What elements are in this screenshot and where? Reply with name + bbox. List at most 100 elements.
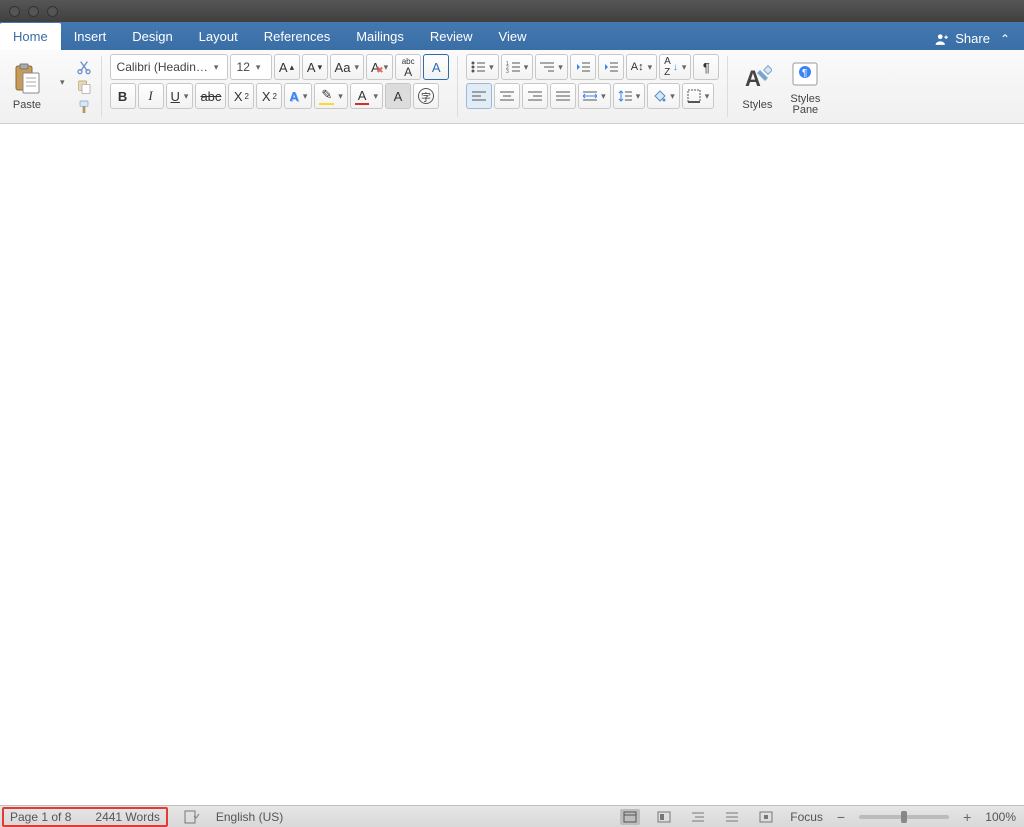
copy-icon[interactable] (75, 79, 93, 95)
line-spacing-icon (618, 90, 632, 102)
status-bar: Page 1 of 8 2441 Words English (US) Focu… (0, 805, 1024, 827)
spellcheck-icon[interactable] (182, 809, 202, 825)
distributed-icon (583, 90, 597, 102)
word-count[interactable]: 2441 Words (95, 810, 159, 824)
decrease-indent-button[interactable] (570, 54, 596, 80)
collapse-ribbon-icon[interactable]: ⌃ (996, 32, 1014, 46)
svg-text:3: 3 (506, 69, 509, 73)
font-color-button[interactable]: A (350, 83, 383, 109)
paint-bucket-icon (652, 89, 666, 103)
tab-review[interactable]: Review (417, 23, 486, 50)
tab-design[interactable]: Design (119, 23, 185, 50)
show-paragraph-marks-button[interactable]: ¶ (693, 54, 719, 80)
align-right-icon (528, 90, 542, 102)
tab-insert[interactable]: Insert (61, 23, 120, 50)
styles-label: Styles (742, 99, 772, 111)
share-label: Share (955, 31, 990, 46)
align-center-button[interactable] (494, 83, 520, 109)
traffic-light-zoom[interactable] (47, 6, 58, 17)
line-spacing-button[interactable] (613, 83, 646, 109)
font-name-value: Calibri (Headin… (117, 60, 208, 74)
share-person-icon (935, 32, 949, 46)
clear-formatting-button[interactable]: A✖ (366, 54, 393, 80)
increase-indent-button[interactable] (598, 54, 624, 80)
align-left-icon (472, 90, 486, 102)
paste-label: Paste (13, 99, 41, 111)
character-border-button[interactable]: A (423, 54, 449, 80)
svg-text:¶: ¶ (802, 68, 807, 79)
outdent-icon (576, 61, 590, 73)
numbering-icon: 123 (506, 61, 520, 73)
italic-button[interactable]: I (138, 83, 164, 109)
superscript-button[interactable]: X2 (256, 83, 282, 109)
document-canvas[interactable] (0, 124, 1024, 805)
share-button[interactable]: Share ⌃ (935, 31, 1024, 50)
paste-button[interactable]: Paste (6, 54, 48, 119)
styles-pane-icon: ¶ (790, 59, 820, 89)
zoom-level[interactable]: 100% (985, 810, 1016, 824)
sort-button[interactable]: AZ↓ (659, 54, 691, 80)
print-layout-view-icon[interactable] (620, 809, 640, 825)
bullets-icon (471, 61, 485, 73)
bold-button[interactable]: B (110, 83, 136, 109)
zoom-in-button[interactable]: + (963, 809, 971, 825)
language-indicator[interactable]: English (US) (216, 810, 283, 824)
traffic-light-minimize[interactable] (28, 6, 39, 17)
tab-home[interactable]: Home (0, 23, 61, 50)
multilevel-list-button[interactable] (535, 54, 568, 80)
zoom-slider[interactable] (859, 815, 949, 819)
window-titlebar (0, 0, 1024, 22)
focus-mode-icon[interactable] (756, 809, 776, 825)
phonetic-guide-button[interactable]: abcA (395, 54, 421, 80)
grow-font-button[interactable]: A▴ (274, 54, 300, 80)
underline-button[interactable]: U (166, 83, 194, 109)
outline-view-icon[interactable] (688, 809, 708, 825)
cut-icon[interactable] (75, 59, 93, 75)
change-case-button[interactable]: Aa (330, 54, 364, 80)
shrink-font-button[interactable]: A▾ (302, 54, 328, 80)
tab-mailings[interactable]: Mailings (343, 23, 417, 50)
numbering-button[interactable]: 123 (501, 54, 534, 80)
styles-pane-label: Styles Pane (790, 94, 820, 116)
font-size-value: 12 (237, 60, 250, 74)
web-layout-view-icon[interactable] (654, 809, 674, 825)
svg-text:A: A (745, 66, 761, 91)
styles-pane-button[interactable]: ¶ Styles Pane (784, 54, 826, 119)
page-indicator[interactable]: Page 1 of 8 (10, 810, 71, 824)
zoom-out-button[interactable]: − (837, 809, 845, 825)
tab-layout[interactable]: Layout (186, 23, 251, 50)
styles-icon: A (742, 64, 772, 94)
font-name-combo[interactable]: Calibri (Headin… ▾ (110, 54, 228, 80)
subscript-button[interactable]: X2 (228, 83, 254, 109)
focus-label[interactable]: Focus (790, 810, 823, 824)
format-painter-icon[interactable] (75, 99, 93, 115)
bullets-button[interactable] (466, 54, 499, 80)
align-left-button[interactable] (466, 83, 492, 109)
highlight-button[interactable]: ✎ (314, 83, 347, 109)
align-center-icon (500, 90, 514, 102)
align-right-button[interactable] (522, 83, 548, 109)
character-shading-button[interactable]: A (385, 83, 411, 109)
shading-button[interactable] (647, 83, 680, 109)
styles-button[interactable]: A Styles (736, 54, 778, 119)
ribbon-tabs: Home Insert Design Layout References Mai… (0, 22, 1024, 50)
clipboard-icon (13, 63, 41, 95)
draft-view-icon[interactable] (722, 809, 742, 825)
indent-icon (604, 61, 618, 73)
enclose-characters-button[interactable]: 字 (413, 83, 439, 109)
text-effects-button[interactable]: A (284, 83, 312, 109)
text-direction-button[interactable]: A↕ (626, 54, 657, 80)
tab-references[interactable]: References (251, 23, 343, 50)
tab-view[interactable]: View (486, 23, 540, 50)
traffic-light-close[interactable] (9, 6, 20, 17)
font-size-combo[interactable]: 12 ▾ (230, 54, 272, 80)
justify-button[interactable] (550, 83, 576, 109)
distributed-button[interactable] (578, 83, 611, 109)
strikethrough-button[interactable]: abc (195, 83, 226, 109)
paste-dropdown[interactable] (54, 54, 69, 110)
ribbon: Paste Calibri (Headin… ▾ 12 ▾ A▴ A▾ Aa A… (0, 50, 1024, 124)
borders-button[interactable] (682, 83, 715, 109)
justify-icon (556, 90, 570, 102)
status-highlight-box: Page 1 of 8 2441 Words (2, 807, 168, 827)
multilevel-icon (540, 61, 554, 73)
